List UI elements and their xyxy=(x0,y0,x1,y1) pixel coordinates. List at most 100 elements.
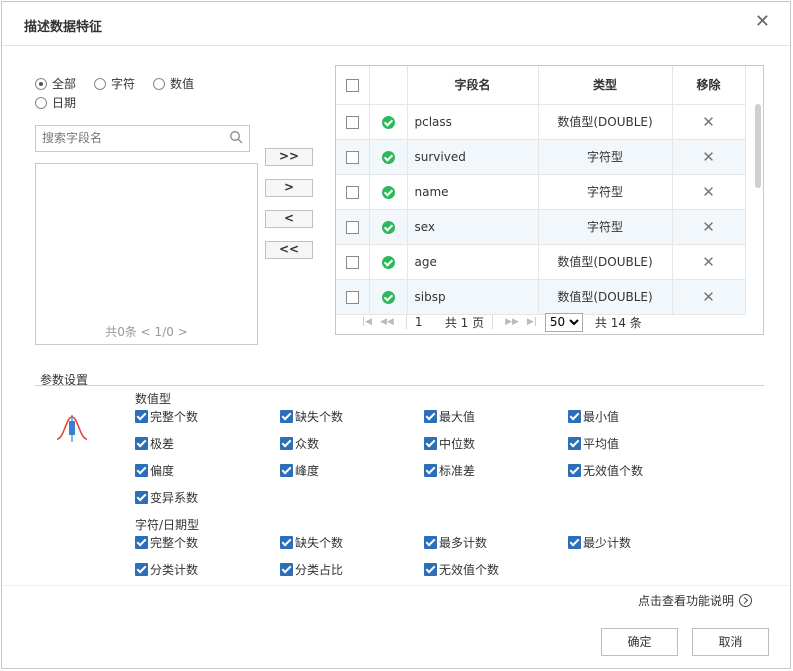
numeric-option-checkbox[interactable]: 缺失个数 xyxy=(280,408,343,425)
checkbox-checked-icon xyxy=(135,563,148,576)
available-fields-list: 共0条 < 1/0 > xyxy=(35,163,258,345)
numeric-option-checkbox[interactable]: 无效值个数 xyxy=(568,462,643,479)
checkbox-checked-icon xyxy=(568,536,581,549)
field-type-cell: 字符型 xyxy=(538,139,673,175)
option-label: 无效值个数 xyxy=(439,563,500,577)
status-cell xyxy=(369,209,408,245)
radio-dot-icon xyxy=(153,77,166,90)
field-search-input[interactable] xyxy=(42,126,227,150)
field-type-header[interactable]: 类型 xyxy=(538,66,673,105)
chevron-right-circle-icon xyxy=(739,594,752,607)
string-option-checkbox[interactable]: 分类占比 xyxy=(280,561,343,578)
ok-button[interactable]: 确定 xyxy=(601,628,678,656)
check-circle-icon xyxy=(381,255,395,269)
numeric-option-checkbox[interactable]: 最大值 xyxy=(424,408,475,425)
option-label: 最少计数 xyxy=(583,536,632,550)
string-option-checkbox[interactable]: 分类计数 xyxy=(135,561,198,578)
table-row[interactable]: survived 字符型 ✕ xyxy=(336,139,746,175)
numeric-option-checkbox[interactable]: 偏度 xyxy=(135,462,174,479)
prev-page-icon[interactable]: ◀◀ xyxy=(380,317,394,327)
cancel-button[interactable]: 取消 xyxy=(692,628,769,656)
numeric-option-checkbox[interactable]: 最小值 xyxy=(568,408,619,425)
add-selected-button[interactable]: > xyxy=(265,179,313,197)
first-page-icon[interactable]: |◀ xyxy=(362,317,372,327)
remove-row-icon[interactable]: ✕ xyxy=(702,253,715,271)
numeric-option-checkbox[interactable]: 完整个数 xyxy=(135,408,198,425)
remove-row-icon[interactable]: ✕ xyxy=(702,288,715,306)
type-filter-row-2: 日期 xyxy=(35,94,94,111)
pager-divider xyxy=(492,315,494,329)
next-page-icon[interactable]: ▶▶ xyxy=(505,317,519,327)
table-row[interactable]: age 数值型(DOUBLE) ✕ xyxy=(336,244,746,280)
radio-dot-icon xyxy=(94,77,107,90)
numeric-option-checkbox[interactable]: 平均值 xyxy=(568,435,619,452)
checkbox-checked-icon xyxy=(135,491,148,504)
remove-cell: ✕ xyxy=(672,209,746,245)
status-header xyxy=(369,66,408,105)
numeric-option-checkbox[interactable]: 峰度 xyxy=(280,462,319,479)
table-row[interactable]: name 字符型 ✕ xyxy=(336,174,746,210)
table-row[interactable]: pclass 数值型(DOUBLE) ✕ xyxy=(336,104,746,140)
field-type-cell: 数值型(DOUBLE) xyxy=(538,104,673,140)
check-circle-icon xyxy=(381,220,395,234)
available-fields-pager[interactable]: 共0条 < 1/0 > xyxy=(36,323,257,340)
option-label: 最多计数 xyxy=(439,536,488,550)
row-checkbox[interactable] xyxy=(345,115,359,129)
search-icon[interactable] xyxy=(229,130,243,144)
current-page[interactable]: 1 xyxy=(415,315,445,329)
table-row[interactable]: sex 字符型 ✕ xyxy=(336,209,746,245)
filter-radio-numeric[interactable]: 数值 xyxy=(153,75,194,92)
option-label: 偏度 xyxy=(150,464,175,478)
numeric-option-checkbox[interactable]: 标准差 xyxy=(424,462,475,479)
option-label: 缺失个数 xyxy=(295,410,344,424)
string-option-checkbox[interactable]: 最少计数 xyxy=(568,534,631,551)
remove-cell: ✕ xyxy=(672,244,746,280)
row-checkbox[interactable] xyxy=(345,220,359,234)
checkbox-checked-icon xyxy=(280,563,293,576)
check-circle-icon xyxy=(381,290,395,304)
string-option-checkbox[interactable]: 缺失个数 xyxy=(280,534,343,551)
filter-radio-string[interactable]: 字符 xyxy=(94,75,135,92)
row-checkbox[interactable] xyxy=(345,150,359,164)
help-link[interactable]: 点击查看功能说明 xyxy=(638,592,752,609)
remove-row-icon[interactable]: ✕ xyxy=(702,113,715,131)
remove-all-button[interactable]: << xyxy=(265,241,313,259)
filter-label-string: 字符 xyxy=(111,77,136,91)
remove-row-icon[interactable]: ✕ xyxy=(702,218,715,236)
option-label: 分类占比 xyxy=(295,563,344,577)
row-checkbox[interactable] xyxy=(345,185,359,199)
remove-selected-button[interactable]: < xyxy=(265,210,313,228)
row-checkbox[interactable] xyxy=(345,255,359,269)
string-option-checkbox[interactable]: 无效值个数 xyxy=(424,561,499,578)
option-label: 众数 xyxy=(295,437,320,451)
checkbox-checked-icon xyxy=(135,464,148,477)
last-page-icon[interactable]: ▶| xyxy=(527,317,537,327)
remove-row-icon[interactable]: ✕ xyxy=(702,183,715,201)
checkbox-checked-icon xyxy=(280,464,293,477)
numeric-option-checkbox[interactable]: 中位数 xyxy=(424,435,475,452)
filter-label-numeric: 数值 xyxy=(170,77,195,91)
help-link-label: 点击查看功能说明 xyxy=(637,594,734,608)
filter-radio-date[interactable]: 日期 xyxy=(35,94,76,111)
radio-dot-icon xyxy=(35,96,47,109)
grid-vertical-scrollbar[interactable] xyxy=(755,104,761,188)
row-checkbox-cell xyxy=(336,244,370,280)
row-checkbox[interactable] xyxy=(345,290,359,304)
numeric-option-checkbox[interactable]: 众数 xyxy=(280,435,319,452)
describe-data-dialog: 描述数据特征 ✕ 全部 字符 数值 日期 共0条 < 1/0 > >> > < … xyxy=(1,1,791,669)
filter-radio-all[interactable]: 全部 xyxy=(35,75,76,92)
add-all-button[interactable]: >> xyxy=(265,148,313,166)
option-label: 完整个数 xyxy=(150,536,199,550)
string-option-checkbox[interactable]: 最多计数 xyxy=(424,534,487,551)
string-option-checkbox[interactable]: 完整个数 xyxy=(135,534,198,551)
total-pages-label: 共 1 页 xyxy=(444,315,485,330)
numeric-option-checkbox[interactable]: 极差 xyxy=(135,435,174,452)
field-name-header[interactable]: 字段名 xyxy=(407,66,539,105)
select-all-checkbox[interactable] xyxy=(345,78,359,92)
page-size-select[interactable]: 50 xyxy=(544,312,583,332)
close-icon[interactable]: ✕ xyxy=(755,12,770,32)
numeric-option-checkbox[interactable]: 变异系数 xyxy=(135,489,198,506)
remove-row-icon[interactable]: ✕ xyxy=(702,148,715,166)
remove-header: 移除 xyxy=(672,66,746,105)
dialog-title: 描述数据特征 xyxy=(24,20,103,35)
